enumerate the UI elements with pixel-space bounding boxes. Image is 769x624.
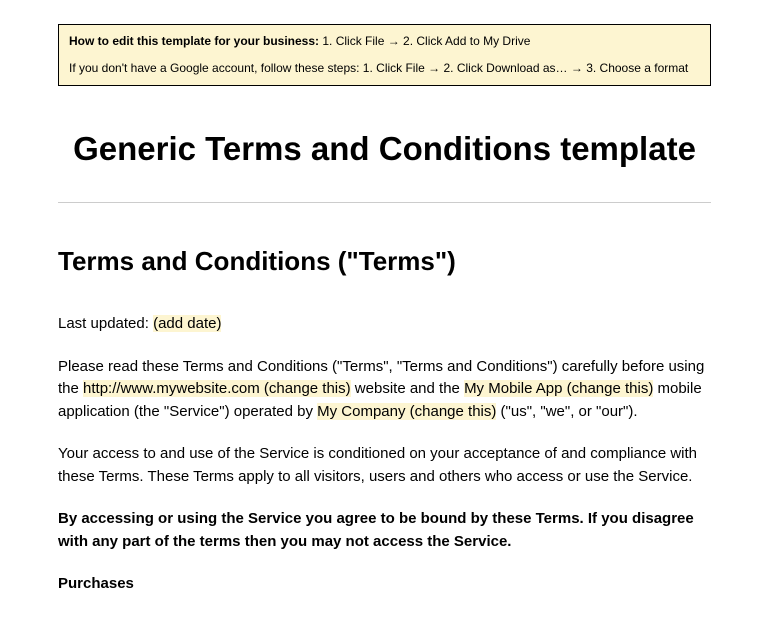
placeholder-company-name: My Company (change this) [317,403,496,420]
last-updated-line: Last updated: (add date) [58,313,711,336]
intro-paragraph: Please read these Terms and Conditions (… [58,356,711,424]
instructions-line-1: How to edit this template for your busin… [69,33,700,50]
placeholder-date: (add date) [153,315,221,332]
intro-text-4: ("us", "we", or "our"). [496,403,637,420]
agreement-paragraph: By accessing or using the Service you ag… [58,508,711,553]
document-title: Generic Terms and Conditions template [58,126,711,172]
intro-text-2: website and the [351,380,464,397]
placeholder-website-url: http://www.mywebsite.com (change this) [83,380,351,397]
access-paragraph: Your access to and use of the Service is… [58,443,711,488]
title-divider [58,202,711,203]
document-subtitle: Terms and Conditions ("Terms") [58,243,711,279]
instructions-line-1-text: 1. Click File → 2. Click Add to My Drive [319,34,530,48]
edit-instructions-box: How to edit this template for your busin… [58,24,711,86]
last-updated-label: Last updated: [58,315,153,332]
instructions-bold-label: How to edit this template for your busin… [69,34,319,48]
placeholder-app-name: My Mobile App (change this) [464,380,653,397]
section-heading-purchases: Purchases [58,573,711,594]
instructions-line-2: If you don't have a Google account, foll… [69,60,700,77]
